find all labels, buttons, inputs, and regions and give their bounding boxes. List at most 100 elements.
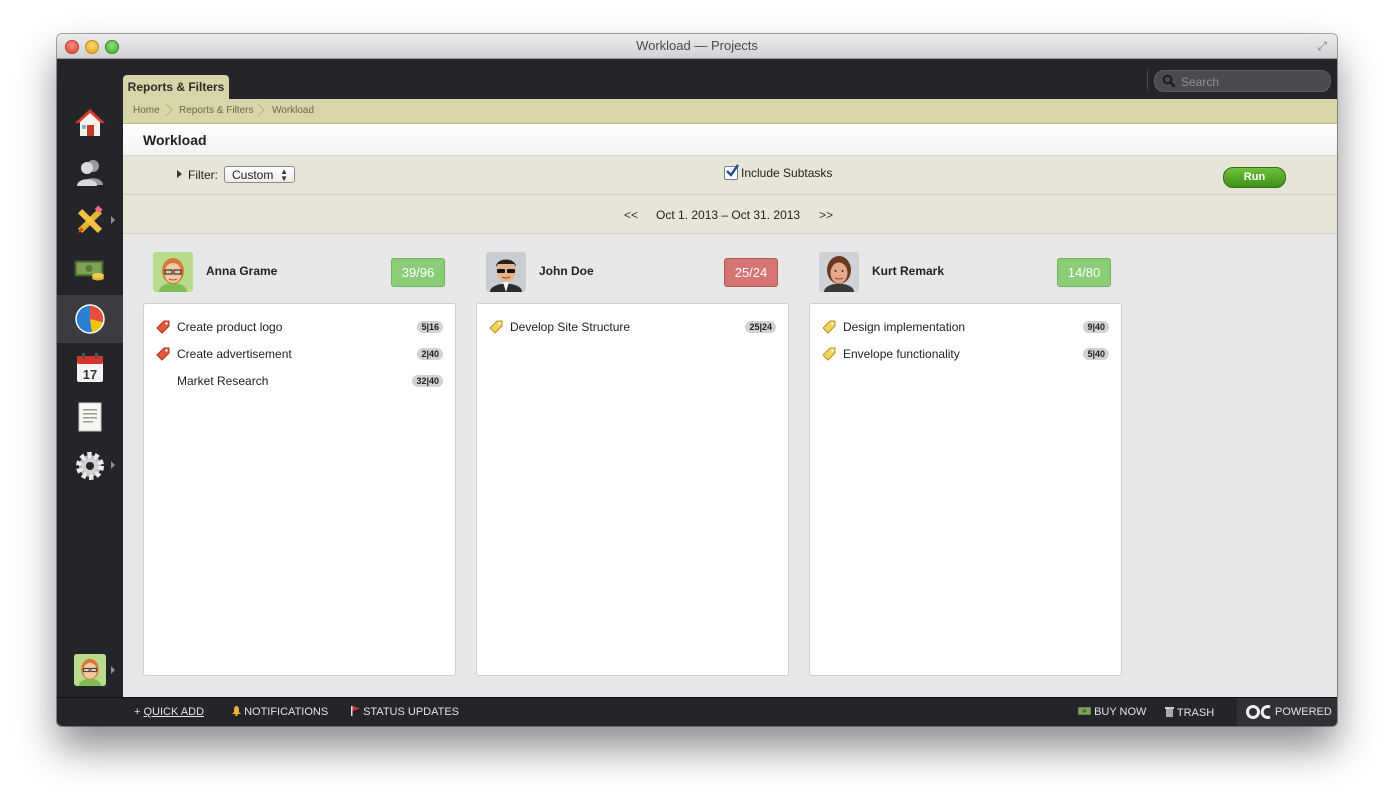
red-tag-icon <box>156 347 170 361</box>
submenu-arrow-icon <box>111 461 115 469</box>
bottom-bar: + QUICK ADD NOTIFICATIONS STATUS UPDATES… <box>57 697 1337 726</box>
breadcrumb-reports-filters[interactable]: Reports & Filters <box>179 105 253 116</box>
home-icon <box>75 109 105 136</box>
user-avatar-image <box>74 654 106 686</box>
avatar <box>153 252 193 292</box>
task-list: Design implementation 9|40 Envelope func… <box>809 303 1122 676</box>
search-icon <box>1162 74 1176 88</box>
calendar-icon: 17 <box>77 353 103 382</box>
sidebar-item-calendar[interactable]: 17 <box>57 344 123 392</box>
checkmark-icon <box>726 164 739 177</box>
top-bar: Reports & Filters <box>57 59 1337 99</box>
task-item[interactable]: Market Research 32|40 <box>156 372 444 390</box>
task-item[interactable]: Develop Site Structure 25|24 <box>489 318 777 336</box>
buy-now-button[interactable]: BUY NOW <box>1077 706 1147 718</box>
sidebar: 17 <box>57 99 123 697</box>
yellow-tag-icon <box>822 347 836 361</box>
user-menu-arrow-icon[interactable] <box>111 666 115 674</box>
run-button[interactable]: Run <box>1223 167 1286 188</box>
status-updates-label: STATUS UPDATES <box>363 706 460 718</box>
person-name[interactable]: John Doe <box>539 264 594 278</box>
avatar-image <box>486 252 526 292</box>
quick-add-button[interactable]: + QUICK ADD <box>134 706 204 718</box>
filter-disclosure-triangle-icon[interactable] <box>177 170 182 178</box>
quick-add-label: QUICK ADD <box>143 706 205 718</box>
tab-reports-filters[interactable]: Reports & Filters <box>123 75 229 99</box>
sidebar-item-settings[interactable] <box>57 442 123 490</box>
task-hours-badge: 5|40 <box>1083 348 1109 360</box>
task-item[interactable]: Design implementation 9|40 <box>822 318 1110 336</box>
task-name: Create advertisement <box>177 347 292 361</box>
sidebar-item-reports[interactable] <box>57 295 123 343</box>
trash-button[interactable]: TRASH <box>1165 706 1214 719</box>
task-name: Envelope functionality <box>843 347 960 361</box>
settings-gear-icon <box>76 452 104 480</box>
page-header: Workload <box>123 124 1337 156</box>
avatar-image <box>153 252 193 292</box>
sidebar-item-home[interactable] <box>57 99 123 147</box>
filter-select-value: Custom <box>232 168 274 182</box>
task-name: Market Research <box>177 374 269 388</box>
sidebar-item-money[interactable] <box>57 246 123 294</box>
sidebar-item-notes[interactable] <box>57 393 123 441</box>
yellow-tag-icon <box>489 320 503 334</box>
powered-badge[interactable]: POWERED <box>1237 698 1337 726</box>
notifications-label: NOTIFICATIONS <box>244 706 329 718</box>
task-item[interactable]: Create advertisement 2|40 <box>156 345 444 363</box>
breadcrumb-chevron-icon <box>257 103 265 117</box>
breadcrumb-chevron-icon <box>165 103 173 117</box>
person-name[interactable]: Kurt Remark <box>872 264 944 278</box>
bell-icon <box>232 706 241 717</box>
include-subtasks-label[interactable]: Include Subtasks <box>741 166 832 180</box>
money-icon <box>1077 706 1092 716</box>
plus-icon: + <box>134 706 141 718</box>
flag-icon <box>351 706 360 716</box>
load-badge: 39/96 <box>391 258 445 287</box>
notifications-button[interactable]: NOTIFICATIONS <box>232 706 328 718</box>
app-window: Workload — Projects ⤢ Reports & Filters <box>57 34 1337 726</box>
notes-icon <box>78 402 102 432</box>
task-list: Create product logo 5|16 Create advertis… <box>143 303 456 676</box>
sidebar-item-people[interactable] <box>57 148 123 196</box>
person-name[interactable]: Anna Grame <box>206 264 277 278</box>
load-badge: 14/80 <box>1057 258 1111 287</box>
search-input[interactable] <box>1179 73 1323 91</box>
page-title: Workload <box>143 132 207 148</box>
include-subtasks-checkbox[interactable] <box>724 164 739 180</box>
status-updates-button[interactable]: STATUS UPDATES <box>350 706 459 718</box>
load-badge: 25/24 <box>724 258 778 287</box>
powered-label: POWERED <box>1275 706 1332 718</box>
workload-board: Anna Grame 39/96 Create product logo 5|1… <box>123 234 1337 697</box>
task-list: Develop Site Structure 25|24 <box>476 303 789 676</box>
date-range-label: Oct 1. 2013 – Oct 31. 2013 <box>656 208 801 222</box>
select-arrows-icon: ▲ ▼ <box>280 167 288 183</box>
submenu-arrow-icon <box>111 216 115 224</box>
avatar <box>819 252 859 292</box>
task-item[interactable]: Envelope functionality 5|40 <box>822 345 1110 363</box>
task-name: Create product logo <box>177 320 283 334</box>
task-item[interactable]: Create product logo 5|16 <box>156 318 444 336</box>
task-name: Design implementation <box>843 320 966 334</box>
trash-icon <box>1165 707 1174 717</box>
task-name: Develop Site Structure <box>510 320 631 334</box>
reports-pie-icon <box>75 304 105 334</box>
breadcrumb-home[interactable]: Home <box>133 105 160 116</box>
sidebar-item-tools[interactable] <box>57 197 123 245</box>
previous-period-button[interactable]: << <box>624 208 638 222</box>
task-hours-badge: 5|16 <box>417 321 443 333</box>
filter-select[interactable]: Custom ▲ ▼ <box>224 166 295 183</box>
current-user-avatar[interactable] <box>74 654 106 686</box>
next-period-button[interactable]: >> <box>819 208 833 222</box>
search-box[interactable] <box>1154 70 1331 92</box>
tools-icon <box>77 205 103 234</box>
avatar <box>486 252 526 292</box>
trash-label: TRASH <box>1176 707 1215 719</box>
avatar-image <box>819 252 859 292</box>
fullscreen-icon[interactable]: ⤢ <box>1317 39 1327 54</box>
filter-label: Filter: <box>188 168 218 182</box>
breadcrumb-workload: Workload <box>272 105 315 116</box>
task-hours-badge: 2|40 <box>417 348 443 360</box>
divider <box>1147 69 1148 91</box>
buy-now-label: BUY NOW <box>1094 706 1147 718</box>
title-bar: Workload — Projects ⤢ <box>57 34 1337 59</box>
